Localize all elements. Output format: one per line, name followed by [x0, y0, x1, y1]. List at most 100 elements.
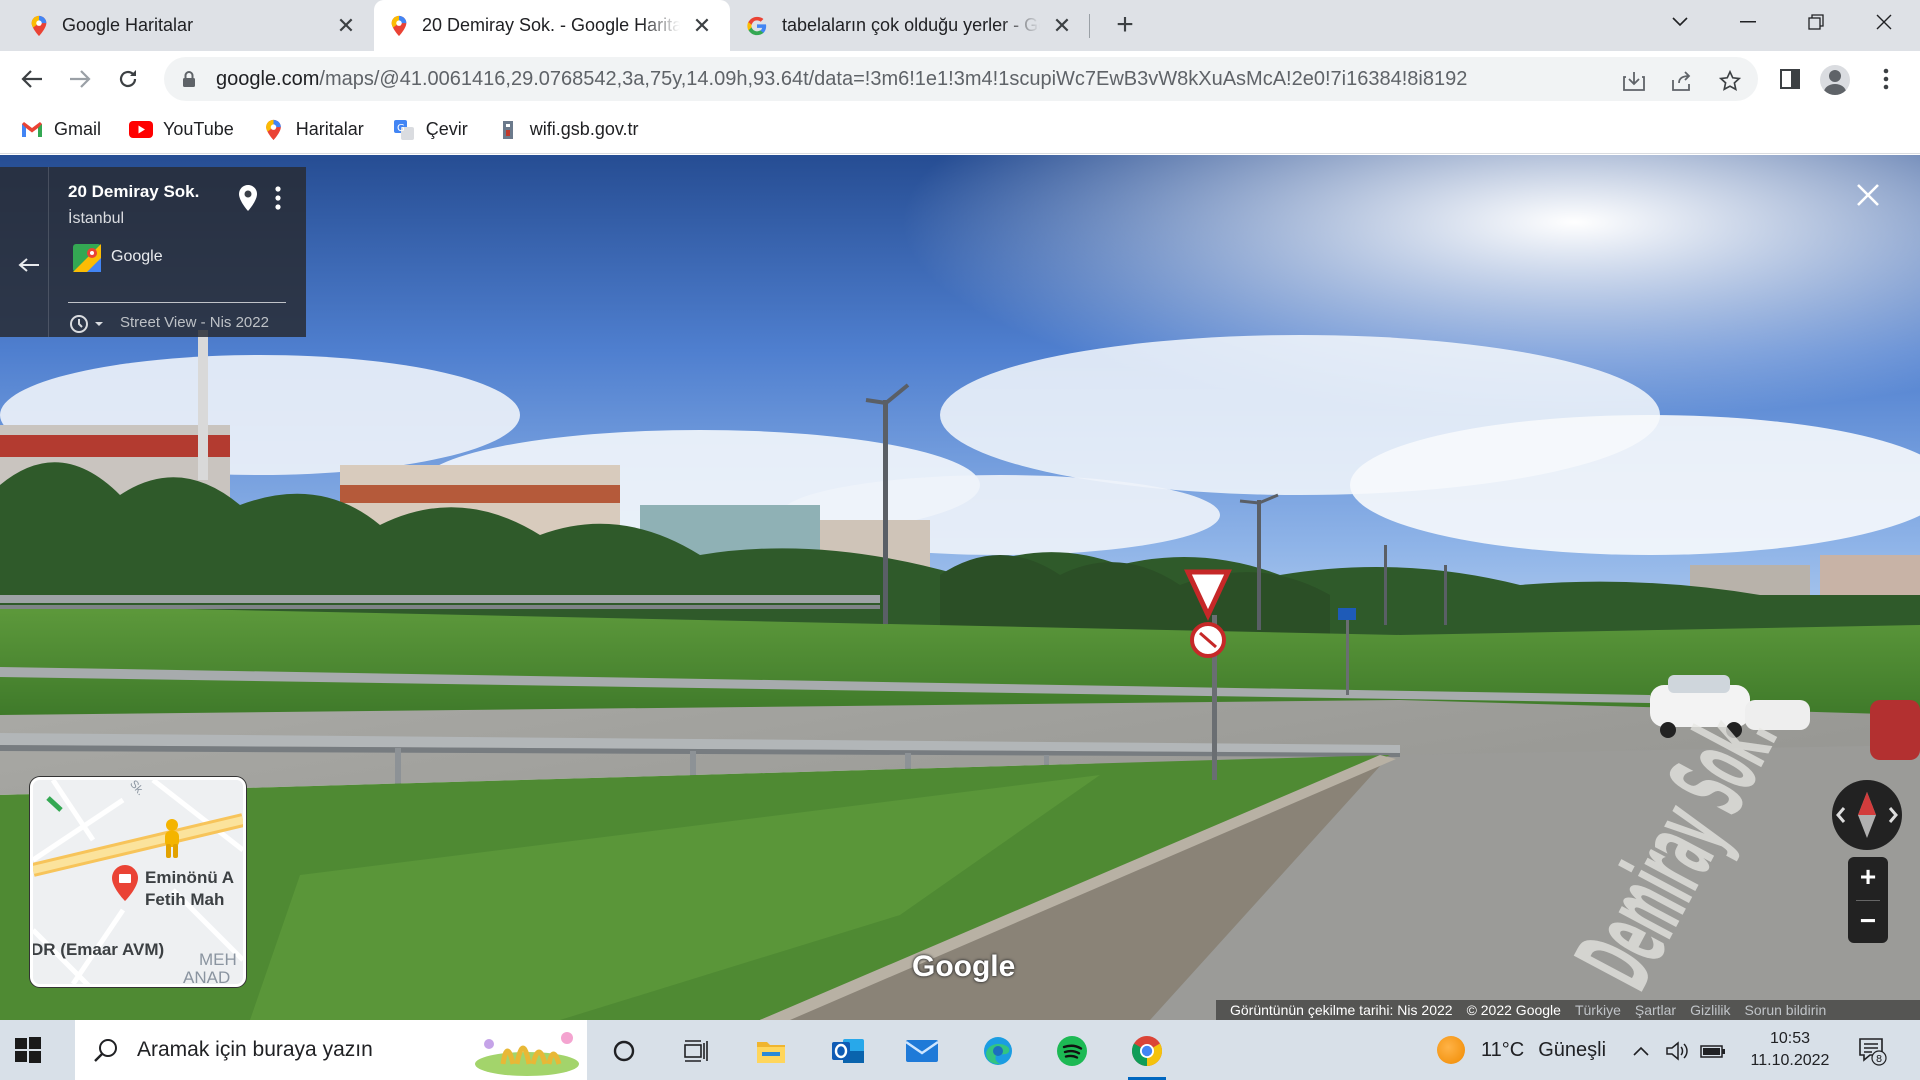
google-watermark: Google: [912, 950, 1016, 983]
country-link[interactable]: Türkiye: [1575, 1002, 1621, 1018]
time-travel-history-icon[interactable]: [68, 313, 108, 335]
minimize-icon[interactable]: [1714, 0, 1782, 44]
tab-street-view[interactable]: 20 Demiray Sok. - Google Haritalar ✕: [374, 0, 730, 51]
window-close-icon[interactable]: [1850, 0, 1918, 44]
capture-date-text: Görüntünün çekilme tarihi: Nis 2022: [1230, 1002, 1453, 1018]
menu-kebab-icon[interactable]: [1868, 61, 1904, 97]
url-host: google.com: [216, 67, 320, 90]
mini-map-label: Eminönü A: [145, 868, 235, 887]
reload-button[interactable]: [110, 61, 146, 97]
maps-pin-icon: [31, 15, 47, 36]
bookmark-cevir[interactable]: G Çevir: [392, 119, 468, 141]
bookmarks-bar: Gmail YouTube Haritalar G Çevir wifi.gsb…: [0, 106, 1920, 154]
battery-icon[interactable]: [1700, 1038, 1726, 1064]
close-street-view-icon[interactable]: [1850, 177, 1886, 213]
search-highlight-illustration: [475, 1032, 579, 1076]
mail-icon[interactable]: [897, 1028, 947, 1074]
mini-map-label: MEH: [199, 950, 237, 969]
edge-icon[interactable]: [973, 1028, 1023, 1074]
youtube-icon: [129, 119, 154, 141]
location-info-card: 20 Demiray Sok. İstanbul Google Street V…: [0, 167, 306, 337]
tab-search-icon[interactable]: [1646, 0, 1714, 44]
chrome-icon[interactable]: [1122, 1028, 1172, 1080]
share-icon[interactable]: [1668, 67, 1696, 95]
taskbar-search-input[interactable]: Aramak için buraya yazın: [75, 1020, 587, 1080]
back-button[interactable]: [14, 61, 50, 97]
windows-taskbar: Aramak için buraya yazın 11°C Güneşli 10…: [0, 1020, 1920, 1080]
zoom-in-button[interactable]: +: [1848, 857, 1888, 897]
compass-control[interactable]: [1832, 780, 1902, 850]
tab-close-icon[interactable]: ✕: [334, 13, 358, 39]
provider-name: Google: [111, 248, 163, 265]
spotify-icon[interactable]: [1047, 1028, 1097, 1074]
forward-arrow-icon: [70, 70, 91, 88]
bookmark-youtube[interactable]: YouTube: [129, 119, 234, 141]
task-view-icon[interactable]: [671, 1028, 721, 1074]
show-hidden-icons-chevron-icon[interactable]: [1628, 1038, 1654, 1064]
zoom-out-button[interactable]: −: [1848, 901, 1888, 941]
mini-map[interactable]: Eminönü A Fetih Mah DR (Emaar AVM) MEH A…: [30, 777, 246, 987]
city-label: İstanbul: [68, 210, 125, 227]
file-explorer-icon[interactable]: [746, 1028, 796, 1074]
profile-avatar[interactable]: [1820, 65, 1850, 95]
bookmark-label: Gmail: [54, 119, 102, 139]
tab-close-icon[interactable]: ✕: [690, 13, 714, 39]
side-panel-icon[interactable]: [1772, 61, 1808, 97]
new-tab-button[interactable]: +: [1108, 8, 1142, 42]
tab-title: tabelaların çok olduğu yerler - Google A…: [782, 15, 1040, 35]
sun-icon: [1437, 1036, 1465, 1064]
svg-text:G: G: [397, 123, 405, 134]
restore-icon[interactable]: [1782, 0, 1850, 44]
cortana-icon[interactable]: [599, 1028, 649, 1074]
url-path: /maps/@41.0061416,29.0768542,3a,75y,14.0…: [319, 67, 1468, 90]
bookmark-wifi-gsb[interactable]: wifi.gsb.gov.tr: [496, 119, 639, 141]
place-marker-icon[interactable]: [111, 864, 139, 902]
google-maps-logo-icon: [73, 244, 101, 272]
site-icon: [496, 119, 520, 141]
address-bar[interactable]: google.com/maps/@41.0061416,29.0768542,3…: [164, 57, 1758, 101]
address-title: 20 Demiray Sok.: [68, 182, 200, 201]
tab-close-icon[interactable]: ✕: [1050, 13, 1074, 39]
windows-start-icon[interactable]: [14, 1036, 42, 1064]
bookmark-label: wifi.gsb.gov.tr: [529, 119, 639, 139]
install-app-icon[interactable]: [1620, 67, 1648, 95]
privacy-link[interactable]: Gizlilik: [1690, 1002, 1730, 1018]
reload-icon: [119, 70, 137, 88]
card-divider: [48, 167, 49, 337]
notification-center-icon[interactable]: 8: [1857, 1036, 1887, 1066]
location-pin-icon[interactable]: [236, 183, 260, 213]
card-divider-line: [68, 302, 286, 303]
system-clock[interactable]: 10:53 11.10.2022: [1735, 1028, 1845, 1072]
back-arrow-icon: [21, 70, 42, 88]
clock-time: 10:53: [1769, 1030, 1811, 1047]
search-icon: [94, 1039, 117, 1062]
lock-icon[interactable]: [180, 70, 198, 88]
forward-button[interactable]: [62, 61, 98, 97]
weather-widget[interactable]: 11°C Güneşli: [1437, 1036, 1606, 1064]
maps-pin-icon: [391, 15, 407, 36]
url-text[interactable]: google.com/maps/@41.0061416,29.0768542,3…: [216, 68, 1467, 91]
pegman-icon[interactable]: [161, 818, 183, 860]
outlook-icon[interactable]: [823, 1028, 873, 1074]
tab-google-maps[interactable]: Google Haritalar ✕: [14, 0, 374, 51]
terms-link[interactable]: Şartlar: [1635, 1002, 1676, 1018]
volume-icon[interactable]: [1664, 1038, 1690, 1064]
bookmark-gmail[interactable]: Gmail: [20, 119, 101, 141]
bookmark-star-icon[interactable]: [1716, 67, 1744, 95]
browser-toolbar: google.com/maps/@41.0061416,29.0768542,3…: [0, 51, 1920, 106]
more-options-icon[interactable]: [272, 183, 284, 213]
weather-temperature: 11°C: [1481, 1038, 1525, 1061]
bookmark-haritalar[interactable]: Haritalar: [262, 119, 364, 141]
mini-map-label: ANAD: [183, 968, 231, 987]
back-arrow-icon[interactable]: [18, 249, 40, 280]
notification-count: 8: [1876, 1054, 1882, 1065]
search-placeholder: Aramak için buraya yazın: [137, 1038, 373, 1061]
report-problem-link[interactable]: Sorun bildirin: [1745, 1002, 1827, 1018]
tab-google-search[interactable]: tabelaların çok olduğu yerler - Google A…: [730, 0, 1090, 51]
map-footer: Görüntünün çekilme tarihi: Nis 2022 © 20…: [1216, 1000, 1920, 1020]
maps-icon: [262, 119, 286, 141]
compass-icon: [1836, 792, 1898, 838]
zoom-controls: + −: [1848, 857, 1888, 943]
copyright-text: © 2022 Google: [1466, 1002, 1561, 1018]
street-view-panorama[interactable]: Demiray Sok. 20 Demiray Sok. İstanbul Go…: [0, 155, 1920, 1020]
